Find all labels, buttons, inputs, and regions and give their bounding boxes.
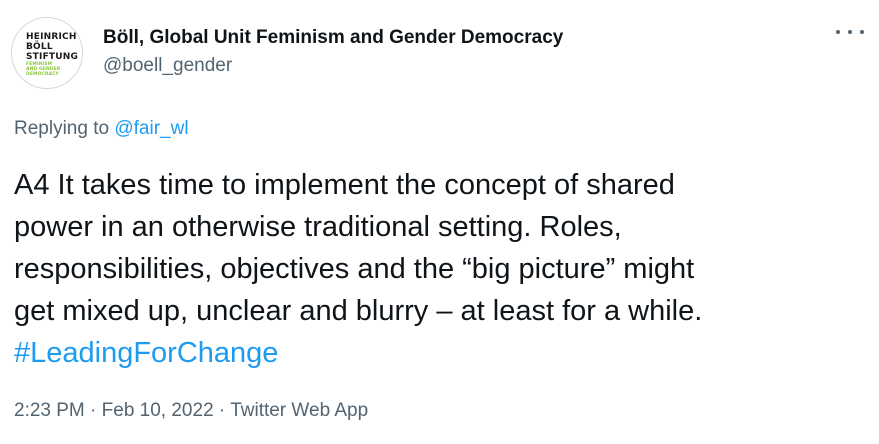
author-handle[interactable]: @boell_gender [103, 54, 563, 78]
more-dot [836, 30, 840, 34]
tweet-date[interactable]: Feb 10, 2022 [102, 400, 214, 421]
meta-separator: · [90, 400, 97, 421]
tweet-time[interactable]: 2:23 PM [14, 400, 85, 421]
hashtag-link[interactable]: #LeadingForChange [14, 332, 864, 374]
tweet-card: HEINRICH BÖLL STIFTUNG FEMINISM AND GEND… [0, 0, 879, 444]
tweet-source[interactable]: Twitter Web App [230, 400, 368, 421]
more-dot [848, 30, 852, 34]
tweet-text: A4 It takes time to implement the concep… [14, 164, 864, 374]
avatar-logo-line-3: STIFTUNG [26, 51, 79, 62]
reply-mention-link[interactable]: @fair_wl [114, 118, 188, 139]
avatar-logo-sub-3: DEMOCRACY [26, 71, 59, 77]
more-horizontal-icon[interactable] [836, 22, 864, 42]
replying-to: Replying to @fair_wl [14, 117, 189, 141]
tweet-text-content: A4 It takes time to implement the concep… [14, 169, 703, 327]
author-block: Böll, Global Unit Feminism and Gender De… [103, 26, 563, 78]
avatar[interactable]: HEINRICH BÖLL STIFTUNG FEMINISM AND GEND… [11, 17, 83, 89]
tweet-metadata: 2:23 PM · Feb 10, 2022 · Twitter Web App [14, 399, 368, 423]
replying-to-label: Replying to [14, 118, 110, 139]
avatar-logo-line-1: HEINRICH [26, 31, 77, 42]
avatar-logo-line-2: BÖLL [26, 41, 53, 52]
meta-separator: · [218, 400, 226, 421]
author-display-name[interactable]: Böll, Global Unit Feminism and Gender De… [103, 26, 563, 50]
more-dot [860, 30, 864, 34]
